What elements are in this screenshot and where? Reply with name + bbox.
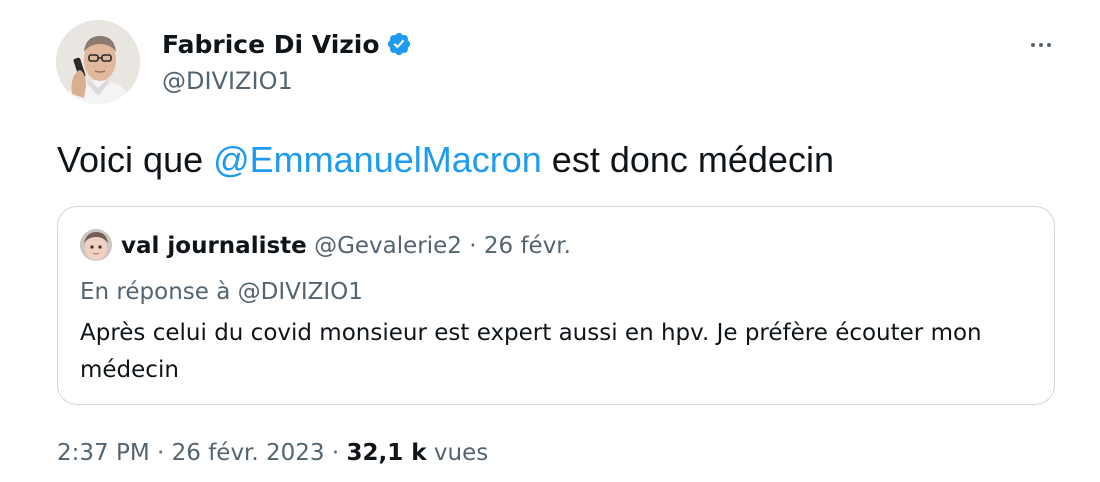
quoted-author-name[interactable]: val journaliste	[121, 233, 307, 259]
views-label: vues	[433, 440, 489, 466]
quoted-tweet[interactable]: val journaliste @Gevalerie2 · 26 févr. E…	[57, 206, 1055, 405]
quoted-date[interactable]: 26 févr.	[484, 233, 571, 259]
tweet-text: Voici que @EmmanuelMacron est donc médec…	[57, 138, 834, 182]
quoted-author-handle[interactable]: @Gevalerie2	[314, 233, 462, 259]
quoted-header: val journaliste @Gevalerie2 · 26 févr.	[121, 231, 571, 261]
quoted-text: Après celui du covid monsieur est expert…	[80, 320, 982, 383]
meta-separator: ·	[157, 440, 165, 466]
meta-separator: ·	[331, 440, 340, 466]
author-avatar[interactable]	[56, 20, 140, 104]
tweet-text-after: est donc médecin	[541, 139, 834, 180]
more-dot	[1031, 43, 1035, 47]
quoted-separator: ·	[469, 233, 477, 259]
quoted-author-avatar-image	[80, 229, 112, 261]
more-dot	[1047, 43, 1051, 47]
author-name[interactable]: Fabrice Di Vizio	[162, 29, 412, 61]
quoted-reply-context: En réponse à @DIVIZIO1	[80, 277, 363, 307]
tweet-mention-link[interactable]: @EmmanuelMacron	[213, 139, 542, 180]
more-dot	[1039, 43, 1043, 47]
tweet-text-before: Voici que	[57, 139, 214, 180]
quoted-reply-label: En réponse à	[80, 279, 231, 305]
views-count: 32,1 k	[346, 440, 427, 466]
tweet-meta: 2:37 PM · 26 févr. 2023 · 32,1 k vues	[57, 438, 488, 468]
more-options-icon[interactable]	[1024, 33, 1058, 57]
verified-badge-icon	[387, 32, 410, 56]
author-name-text[interactable]: Fabrice Di Vizio	[162, 30, 380, 59]
author-avatar-image	[56, 20, 140, 104]
tweet-time[interactable]: 2:37 PM	[57, 440, 150, 466]
author-handle[interactable]: @DIVIZIO1	[162, 66, 293, 96]
tweet-date[interactable]: 26 févr. 2023	[172, 440, 325, 466]
quoted-reply-handle[interactable]: @DIVIZIO1	[238, 279, 363, 305]
quoted-author-avatar[interactable]	[80, 229, 112, 261]
